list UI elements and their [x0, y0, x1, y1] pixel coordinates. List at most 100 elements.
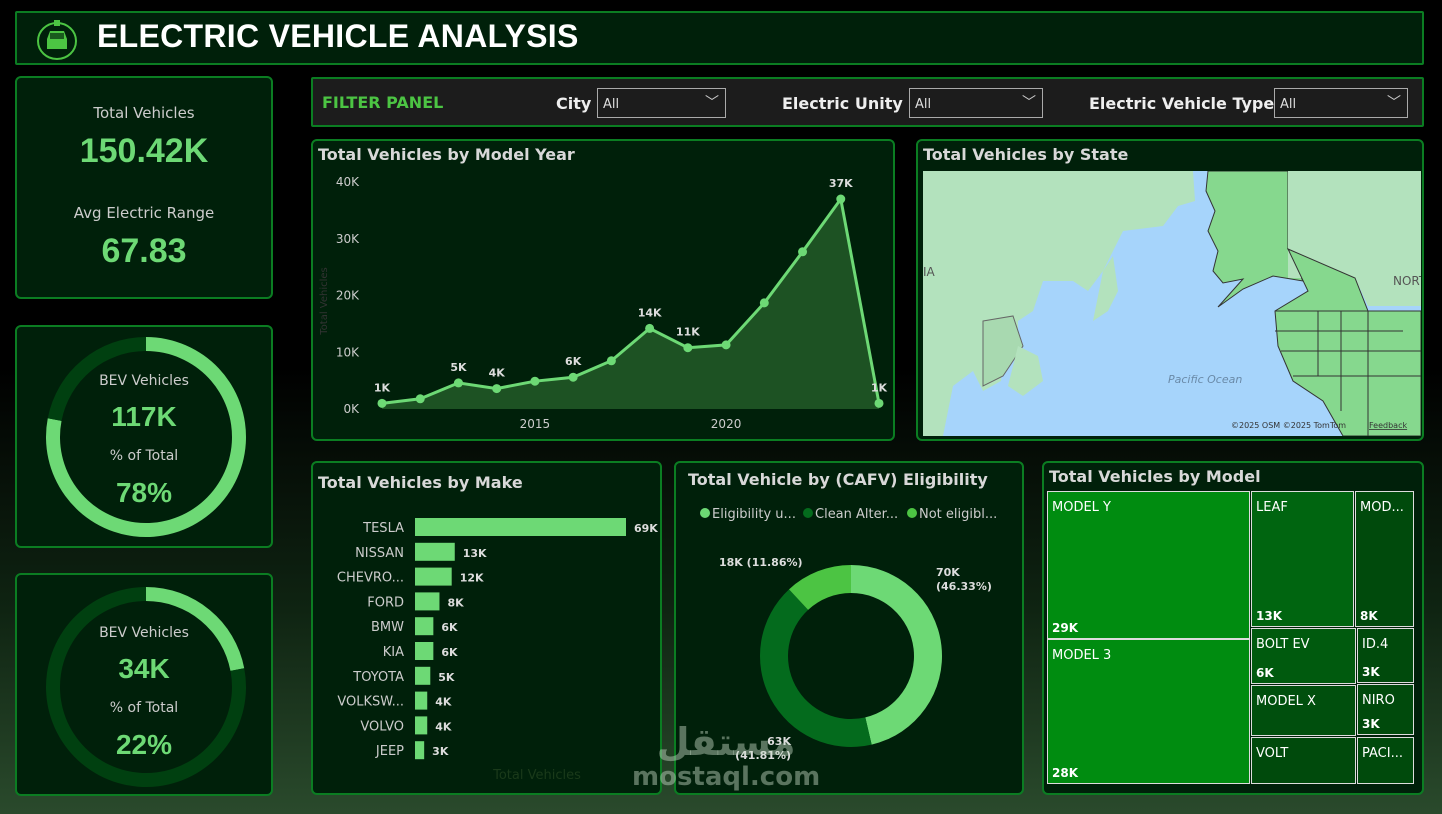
- data-point: [415, 394, 425, 404]
- data-label: 63K: [767, 735, 791, 748]
- model-treemap-panel: Total Vehicles by Model MODEL Y 29K MODEL …: [1042, 461, 1424, 795]
- data-label: 18K (11.86%): [719, 556, 803, 569]
- chevron-down-icon: ﹀: [1022, 95, 1036, 111]
- tile-value: 8K: [1360, 609, 1378, 623]
- bar: [415, 716, 428, 735]
- tile-value: 29K: [1052, 621, 1078, 635]
- make-chart: Total Vehicles by Make TESLA 69K NISSAN 13K…: [311, 461, 662, 795]
- x-tick-label: 2015: [520, 417, 551, 431]
- electric-unity-value: All: [915, 97, 932, 112]
- ocean-label: Pacific Ocean: [1168, 373, 1242, 386]
- data-label: 5K: [450, 361, 467, 374]
- ev-type-label: Electric Vehicle Type: [1089, 94, 1275, 113]
- region-label: NORTH A: [1393, 274, 1421, 288]
- bev-label: BEV Vehicles: [99, 625, 189, 641]
- bar-chart: TESLA 69K NISSAN 13K CHEVRO... 12K FORD 8K BMW 6K…: [337, 518, 658, 783]
- city-dropdown[interactable]: All ﹀: [597, 88, 726, 118]
- tile-value: 28K: [1052, 766, 1078, 780]
- data-point: [377, 398, 387, 408]
- category-label: VOLKSW...: [337, 695, 404, 710]
- donut-chart: Eligibility u... Clean Alter... Not eligib…: [700, 507, 997, 762]
- bar: [415, 592, 440, 611]
- state-map[interactable]: NORTH A IA Pacific Ocean ©2025 OSM ©2025…: [923, 171, 1421, 436]
- data-point: [874, 398, 884, 408]
- pct-value: 22%: [115, 729, 173, 760]
- header-banner: ELECTRIC VEHICLE ANALYSIS: [15, 11, 1424, 65]
- x-axis-label: Total Vehicles: [492, 768, 581, 783]
- tile-value: 3K: [1362, 717, 1380, 731]
- treemap-tile[interactable]: BOLT EV 6K: [1251, 628, 1356, 684]
- city-value: All: [603, 97, 620, 112]
- category-label: VOLVO: [360, 719, 404, 734]
- area-chart: 0K 10K 20K 30K 40K 2015 2020 Total Vehicles 1K 5K…: [319, 175, 888, 431]
- tile-value: 6K: [1256, 666, 1274, 680]
- chart-title: Total Vehicles by Model: [1049, 467, 1261, 486]
- electric-unity-dropdown[interactable]: All ﹀: [909, 88, 1043, 118]
- data-point: [798, 247, 808, 257]
- electric-unity-label: Electric Unity: [782, 94, 903, 113]
- data-label: 4K: [435, 720, 452, 733]
- bev-donut-card: BEV Vehicles 117K % of Total 78%: [15, 325, 273, 548]
- treemap-tile[interactable]: MODEL X: [1251, 685, 1356, 736]
- legend-marker: [803, 508, 813, 518]
- data-point: [606, 356, 616, 366]
- chevron-down-icon: ﹀: [1387, 95, 1401, 111]
- treemap-tile[interactable]: ID.4 3K: [1357, 628, 1414, 683]
- bar: [415, 542, 455, 561]
- data-label: 1K: [871, 381, 888, 394]
- data-point: [568, 372, 578, 382]
- avg-range-value: 67.83: [101, 232, 187, 270]
- bev-value: 117K: [111, 401, 177, 432]
- bar: [415, 741, 425, 760]
- category-label: BMW: [371, 620, 404, 635]
- legend-item: Not eligibl...: [919, 507, 997, 522]
- category-label: CHEVRO...: [337, 571, 404, 586]
- tile-value: 13K: [1256, 609, 1282, 623]
- category-label: NISSAN: [355, 546, 404, 561]
- data-label: 6K: [441, 646, 458, 659]
- map-credits: ©2025 OSM ©2025 TomTom: [1231, 421, 1346, 430]
- state-map-panel: Total Vehicles by State NORTH A IA Pacif…: [916, 139, 1424, 441]
- bev-label: BEV Vehicles: [99, 373, 189, 389]
- total-vehicles-value: 150.42K: [79, 132, 209, 170]
- tile-name: MODEL 3: [1052, 648, 1112, 663]
- tile-name: NIRO: [1362, 693, 1395, 708]
- tile-value: 3K: [1362, 665, 1380, 679]
- pct-label: % of Total: [109, 448, 179, 464]
- treemap-tile[interactable]: MODEL 3 28K: [1047, 639, 1250, 784]
- treemap-tile[interactable]: LEAF 13K: [1251, 491, 1354, 627]
- tile-name: MODEL Y: [1052, 500, 1111, 515]
- legend-item: Clean Alter...: [815, 507, 898, 522]
- data-point: [759, 298, 769, 308]
- data-point: [453, 378, 463, 388]
- treemap-tile[interactable]: MODEL Y 29K: [1047, 491, 1250, 639]
- data-label: 13K: [463, 547, 487, 560]
- total-vehicles-label: Total Vehicles: [93, 104, 195, 122]
- y-tick-label: 30K: [336, 232, 360, 246]
- data-label: 12K: [460, 572, 484, 585]
- treemap-tile[interactable]: NIRO 3K: [1357, 684, 1414, 735]
- category-label: KIA: [383, 645, 404, 660]
- feedback-link[interactable]: Feedback: [1369, 421, 1407, 430]
- treemap-tile[interactable]: MOD... 8K: [1355, 491, 1414, 627]
- tile-name: BOLT EV: [1256, 637, 1310, 652]
- ev-type-dropdown[interactable]: All ﹀: [1274, 88, 1408, 118]
- kpi-card: Total Vehicles 150.42K Avg Electric Rang…: [15, 76, 273, 299]
- data-label: 14K: [638, 306, 662, 319]
- donut-slice: [760, 589, 872, 747]
- data-label: 37K: [829, 177, 853, 190]
- pct-label: % of Total: [109, 700, 179, 716]
- y-tick-label: 10K: [336, 345, 360, 359]
- legend-marker: [907, 508, 917, 518]
- pct-value: 78%: [115, 477, 173, 508]
- data-point: [492, 384, 502, 394]
- treemap-tile[interactable]: PACI...: [1357, 737, 1414, 784]
- y-tick-label: 0K: [343, 402, 360, 416]
- data-label: 70K: [936, 566, 960, 579]
- data-label: 69K: [634, 522, 658, 535]
- data-point: [683, 343, 693, 353]
- category-label: TESLA: [362, 521, 404, 536]
- data-point: [530, 376, 540, 386]
- treemap-tile[interactable]: VOLT: [1251, 737, 1356, 784]
- data-label: 6K: [565, 355, 582, 368]
